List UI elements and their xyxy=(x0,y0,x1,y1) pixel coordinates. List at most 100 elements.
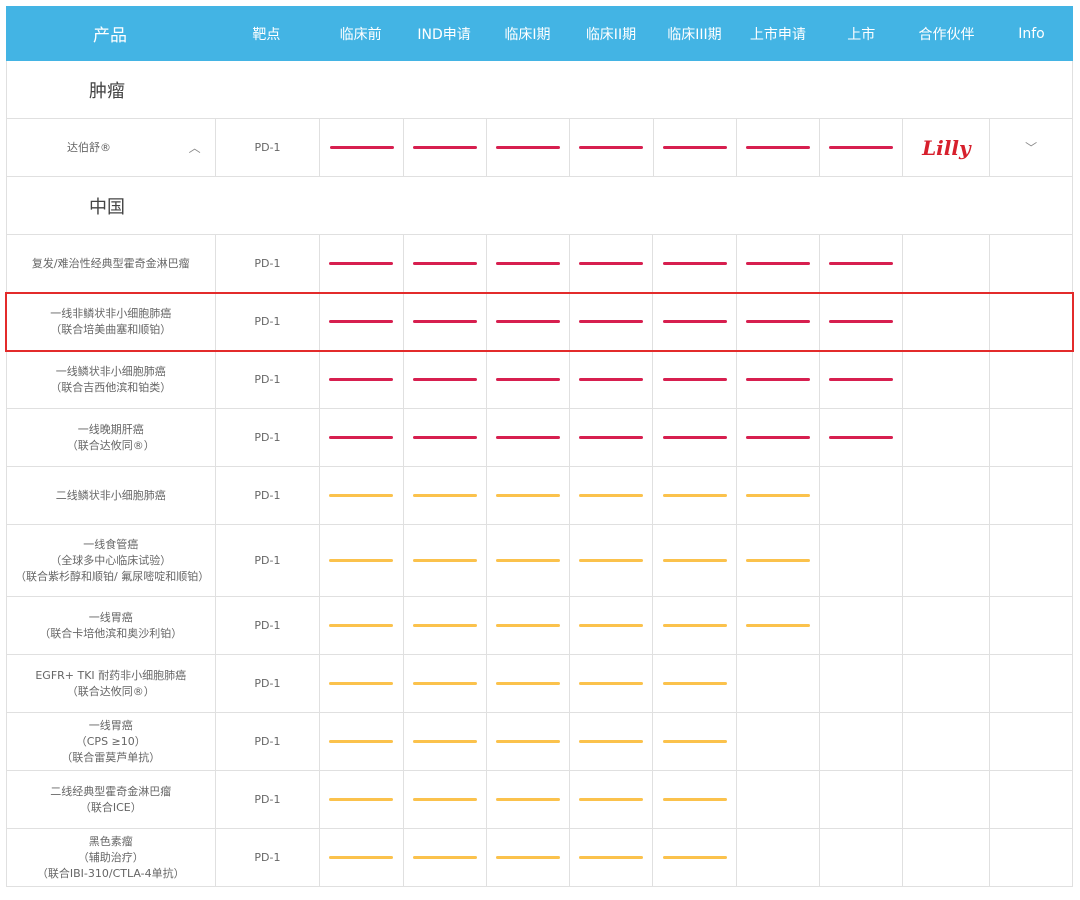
table-row[interactable]: 二线鳞状非小细胞肺癌 PD-1 xyxy=(6,467,1073,525)
stage-cell xyxy=(485,655,569,712)
table-row[interactable]: 一线晚期肝癌 （联合达攸同®） PD-1 xyxy=(6,409,1073,467)
header-col: 产品 xyxy=(92,26,127,46)
header-col: 上市申请 xyxy=(749,26,806,43)
target-label: PD-1 xyxy=(214,713,320,770)
partner-logo: Lilly xyxy=(922,135,971,160)
progress-bar xyxy=(496,740,561,743)
indication-name: 一线食管癌 （全球多中心临床试验） （联合紫杉醇和顺铂/ 氟尿嘧啶和顺铂） xyxy=(15,537,210,583)
target-label: PD-1 xyxy=(254,141,281,154)
stage-cell xyxy=(735,293,819,350)
stage-cell xyxy=(402,119,486,176)
stage-cell xyxy=(485,119,569,176)
progress-bar xyxy=(412,146,477,149)
stage-cell xyxy=(319,235,402,292)
stage-cell xyxy=(485,351,569,408)
header-col: 靶点 xyxy=(252,26,281,43)
progress-bar xyxy=(662,146,727,149)
table-row[interactable]: 一线胃癌 （CPS ≥10） （联合雷莫芦单抗） PD-1 xyxy=(6,713,1073,771)
progress-bar xyxy=(745,320,810,323)
info-cell xyxy=(989,525,1072,596)
stage-cell xyxy=(569,771,652,828)
partner-cell xyxy=(902,235,989,292)
progress-bar xyxy=(329,740,394,743)
stage-cell xyxy=(735,829,819,886)
progress-bar xyxy=(662,682,727,685)
chevron-down-icon[interactable]: ﹀ xyxy=(1025,139,1037,156)
progress-bar xyxy=(745,436,810,439)
stage-cell xyxy=(652,525,735,596)
stage-cell xyxy=(485,597,569,654)
info-cell xyxy=(989,771,1072,828)
table-row[interactable]: 二线经典型霍奇金淋巴瘤 （联合ICE） PD-1 xyxy=(6,771,1073,829)
stage-cell xyxy=(735,525,819,596)
stage-cell xyxy=(652,597,735,654)
progress-bar xyxy=(662,378,727,381)
stage-cell xyxy=(485,771,569,828)
product-row[interactable]: 达伯舒® ︿ PD-1 Lilly ﹀ xyxy=(6,119,1073,177)
table-row[interactable]: 一线胃癌 （联合卡培他滨和奥沙利铂） PD-1 xyxy=(6,597,1073,655)
table-row[interactable]: 复发/难治性经典型霍奇金淋巴瘤 PD-1 xyxy=(6,235,1073,293)
progress-bar xyxy=(662,436,727,439)
table-row[interactable]: 黑色素瘤 （辅助治疗） （联合IBI-310/CTLA-4单抗） PD-1 xyxy=(6,829,1073,887)
stage-cell xyxy=(319,351,402,408)
stage-cell xyxy=(485,293,569,350)
progress-bar xyxy=(329,682,394,685)
progress-bar xyxy=(329,262,394,265)
progress-bar xyxy=(579,624,644,627)
indication-name: 一线非鳞状非小细胞肺癌 （联合培美曲塞和顺铂） xyxy=(50,306,172,336)
progress-bar xyxy=(496,682,561,685)
header-col: 临床III期 xyxy=(667,26,722,43)
stage-cell xyxy=(569,829,652,886)
indication-name: 一线鳞状非小细胞肺癌 （联合吉西他滨和铂类） xyxy=(50,364,172,394)
progress-bar xyxy=(829,262,894,265)
table-row[interactable]: 一线食管癌 （全球多中心临床试验） （联合紫杉醇和顺铂/ 氟尿嘧啶和顺铂） PD-… xyxy=(6,525,1073,597)
progress-bar xyxy=(745,378,810,381)
stage-cell xyxy=(319,467,402,524)
stage-cell xyxy=(735,597,819,654)
stage-cell xyxy=(735,467,819,524)
progress-bar xyxy=(329,624,394,627)
progress-bar xyxy=(412,559,477,562)
stage-cell xyxy=(319,829,402,886)
progress-bar xyxy=(412,436,477,439)
stage-cell xyxy=(485,235,569,292)
stage-cell xyxy=(652,713,735,770)
header-col: 上市 xyxy=(847,26,876,43)
progress-bar xyxy=(496,559,561,562)
progress-bar xyxy=(496,436,561,439)
stage-cell xyxy=(735,655,819,712)
product-name-cell[interactable]: 达伯舒® ︿ xyxy=(7,119,215,176)
progress-bar xyxy=(662,494,727,497)
stage-cell xyxy=(319,655,402,712)
progress-bar xyxy=(496,624,561,627)
table-row[interactable]: EGFR+ TKI 耐药非小细胞肺癌 （联合达攸同®） PD-1 xyxy=(6,655,1073,713)
stage-cell xyxy=(402,655,486,712)
progress-bar xyxy=(329,146,394,149)
progress-bar xyxy=(579,262,644,265)
progress-bar xyxy=(412,320,477,323)
stage-cell xyxy=(652,235,735,292)
info-cell xyxy=(989,293,1072,350)
target-label: PD-1 xyxy=(214,655,320,712)
table-row[interactable]: 一线鳞状非小细胞肺癌 （联合吉西他滨和铂类） PD-1 xyxy=(6,351,1073,409)
stage-cell xyxy=(569,597,652,654)
info-cell xyxy=(989,235,1072,292)
stage-cell xyxy=(652,829,735,886)
header-col: IND申请 xyxy=(417,26,471,43)
chevron-up-icon[interactable]: ︿ xyxy=(189,140,201,156)
target-label: PD-1 xyxy=(214,771,320,828)
info-cell xyxy=(989,467,1072,524)
table-row[interactable]: 一线非鳞状非小细胞肺癌 （联合培美曲塞和顺铂） PD-1 xyxy=(5,292,1074,352)
stage-cell xyxy=(819,467,902,524)
progress-bar xyxy=(662,320,727,323)
progress-bar xyxy=(579,856,644,859)
stage-cell xyxy=(319,525,402,596)
info-cell[interactable]: ﹀ xyxy=(989,119,1072,176)
progress-bar xyxy=(579,378,644,381)
target-label: PD-1 xyxy=(214,467,320,524)
indication-name: 一线胃癌 （CPS ≥10） （联合雷莫芦单抗） xyxy=(61,718,161,764)
stage-cell xyxy=(569,713,652,770)
target-label: PD-1 xyxy=(214,829,320,886)
indication-name: 二线经典型霍奇金淋巴瘤 （联合ICE） xyxy=(50,784,172,814)
progress-bar xyxy=(662,740,727,743)
